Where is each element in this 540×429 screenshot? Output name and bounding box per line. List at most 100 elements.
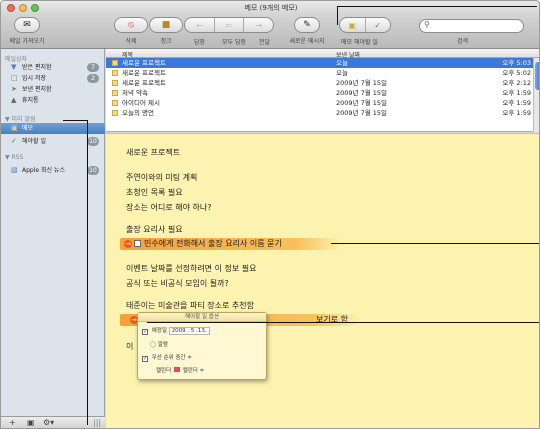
alarm-icon: ◯ [150,342,157,348]
get-mail-button[interactable]: ✉ 메일 가져오기 [7,17,47,45]
sidebar-item-trash[interactable]: ▲ 휴지통 [1,95,105,106]
zoom-window-button[interactable] [31,4,39,12]
mail-window: 메모 (9개의 메모) ✉ 메일 가져오기 ⦸ 삭제 ■ 정크 ← ⇐ → 답장… [0,0,540,429]
callout-line [87,120,88,425]
new-note-icon[interactable]: ▣ [340,18,366,32]
note-line: 주연이와의 미팅 계획 [126,173,198,182]
forward-icon[interactable]: → [244,18,273,32]
sidebar-item-sent[interactable]: ➤ 보낸 편지함 [1,84,105,95]
list-row[interactable]: 새로운 프로젝트 2009년 7월 15일 오후 2:12 [106,78,533,88]
list-scrollbar[interactable] [533,58,539,132]
calendar-select[interactable]: 캘린더 ≑ [183,368,205,374]
todo-checkbox[interactable] [134,240,141,247]
sidebar-item-todo[interactable]: ✓ 해야할 일 10 [1,136,105,147]
note-icon [112,90,118,96]
todo-icon: ✓ [11,137,17,145]
mailbox-icon: ✉ [14,17,40,33]
drafts-badge: 2 [87,74,99,83]
note-line: 초청인 목록 필요 [126,188,183,197]
sidebar-item-apple-news[interactable]: ▧ Apple 최신 뉴스 10 [1,165,105,176]
sidebar-item-inbox[interactable]: ▼ 받은 편지함 7 [1,62,105,73]
reply-all-icon[interactable]: ⇐ [215,18,245,32]
note-line-partial: 이 [126,342,134,351]
compose-icon: ✎ [294,17,320,33]
note-todo-segment: ▣ ✓ [339,17,391,33]
resize-handle-icon[interactable]: ||| [93,418,101,427]
note-line: 공식 또는 비공식 모임이 될까? [126,279,229,288]
todo-item-tail[interactable]: 보기로 함 [316,314,348,325]
todo-badge: 10 [87,137,99,146]
reply-icon[interactable]: ← [185,18,215,32]
reply-all-label: 모두 답장 [222,39,246,46]
list-row[interactable]: 새로운 프로젝트 오늘 오후 5:03 [106,58,533,68]
note-line: 장소는 어디로 해야 하나? [126,203,212,212]
note-line: 태준이는 미술관을 파티 장소로 추천함 [126,301,254,310]
note-list: 제목 보낸 날짜 새로운 프로젝트 오늘 오후 5:03 새로운 프로젝트 오늘… [106,49,539,132]
delete-button[interactable]: ⦸ 삭제 [114,17,148,45]
note-icon [112,100,118,106]
callout-line [337,6,338,25]
scroll-thumb[interactable] [535,62,539,90]
note-title: 새로운 프로젝트 [126,148,181,157]
reply-label: 답장 [194,39,206,46]
calendar-color-icon [173,367,180,372]
unread-badge: 7 [87,63,99,72]
callout-line [331,243,539,244]
priority-row: ✓ 우선 순위 중간 ≑ [142,355,192,362]
due-date-checkbox[interactable]: ✓ [142,329,148,335]
sidebar-item-drafts[interactable]: □ 임시 저장 2 [1,73,105,84]
inbox-icon: ▼ [11,63,17,71]
window-title: 메모 (9개의 메모) [244,4,298,12]
note-line: 이벤트 날짜를 선정하려면 이 정보 필요 [126,264,257,273]
search-label: 검색 [457,38,469,45]
close-window-button[interactable] [7,4,15,12]
forward-label: 전달 [259,39,271,46]
rss-icon: ▧ [11,166,18,174]
sidebar-item-notes[interactable]: ▣ 메모 [1,123,105,134]
junk-button[interactable]: ■ 정크 [149,17,183,45]
rss-badge: 10 [87,166,99,175]
calendar-row: 캘린더 캘린더 ≑ [156,367,205,374]
toolbar: ✉ 메일 가져오기 ⦸ 삭제 ■ 정크 ← ⇐ → 답장 모두 답장 전달 ✎ … [1,15,539,49]
callout-line [337,6,537,7]
note-line: 출장 요리사 필요 [126,225,183,234]
due-date-field[interactable]: 2009 . 5 .13. [168,327,210,335]
due-date-row: ✓ 예정일 2009 . 5 .13. [142,326,210,335]
add-mailbox-icon[interactable]: + [9,418,16,427]
new-message-button[interactable]: ✎ 새로운 메시지 [283,17,331,45]
reminders-header[interactable]: ▼ 미리 알림 [5,114,36,123]
delete-icon: ⦸ [114,17,148,33]
gear-icon[interactable]: ⚙▾ [43,418,54,427]
drafts-icon: □ [11,74,18,82]
title-bar: 메모 (9개의 메모) [1,1,539,15]
todo-item[interactable]: 민수에게 전화해서 출장 요리사 이름 묻기 [144,238,282,249]
new-todo-icon[interactable]: ✓ [366,18,391,32]
alarm-row[interactable]: ◯ 알람 [150,340,168,348]
reply-segment: ← ⇐ → [184,17,274,33]
note-todo-label: 메모 해야할 일 [341,39,378,46]
note-icon [112,60,118,66]
search-field[interactable]: ⚲ [419,19,524,33]
trash-icon: ▲ [11,96,17,104]
popup-header: 해야할 일 옵션 [138,313,266,322]
list-row[interactable]: 새로운 프로젝트 오늘 오후 5:02 [106,68,533,78]
list-row[interactable]: 저녁 약속 2009년 7월 15일 오후 1:59 [106,88,533,98]
search-icon: ⚲ [424,20,430,29]
list-header: 제목 보낸 날짜 [106,49,539,59]
rss-header[interactable]: ▼ RSS [5,154,23,161]
sent-icon: ➤ [11,85,17,93]
minimize-window-button[interactable] [19,4,27,12]
notes-icon: ▣ [11,124,18,132]
note-icon [112,110,118,116]
note-body[interactable]: 새로운 프로젝트 주연이와의 미팅 계획 초청인 목록 필요 장소는 어디로 해… [106,133,539,428]
callout-line [63,120,87,121]
priority-checkbox[interactable]: ✓ [142,356,148,362]
sidebar-action-bar: + ▣ ⚙▾ ||| [1,416,105,428]
list-row[interactable]: 오늘의 명언 2009년 7월 15일 오후 1:59 [106,108,533,118]
callout-line [147,322,539,323]
show-photo-icon[interactable]: ▣ [27,418,35,427]
todo-arrow-icon[interactable]: → [124,240,132,248]
note-icon [112,80,118,86]
priority-select[interactable]: 중간 ≑ [176,355,192,361]
list-row[interactable]: 아이디어 제시 2009년 7월 15일 오후 1:59 [106,98,533,108]
